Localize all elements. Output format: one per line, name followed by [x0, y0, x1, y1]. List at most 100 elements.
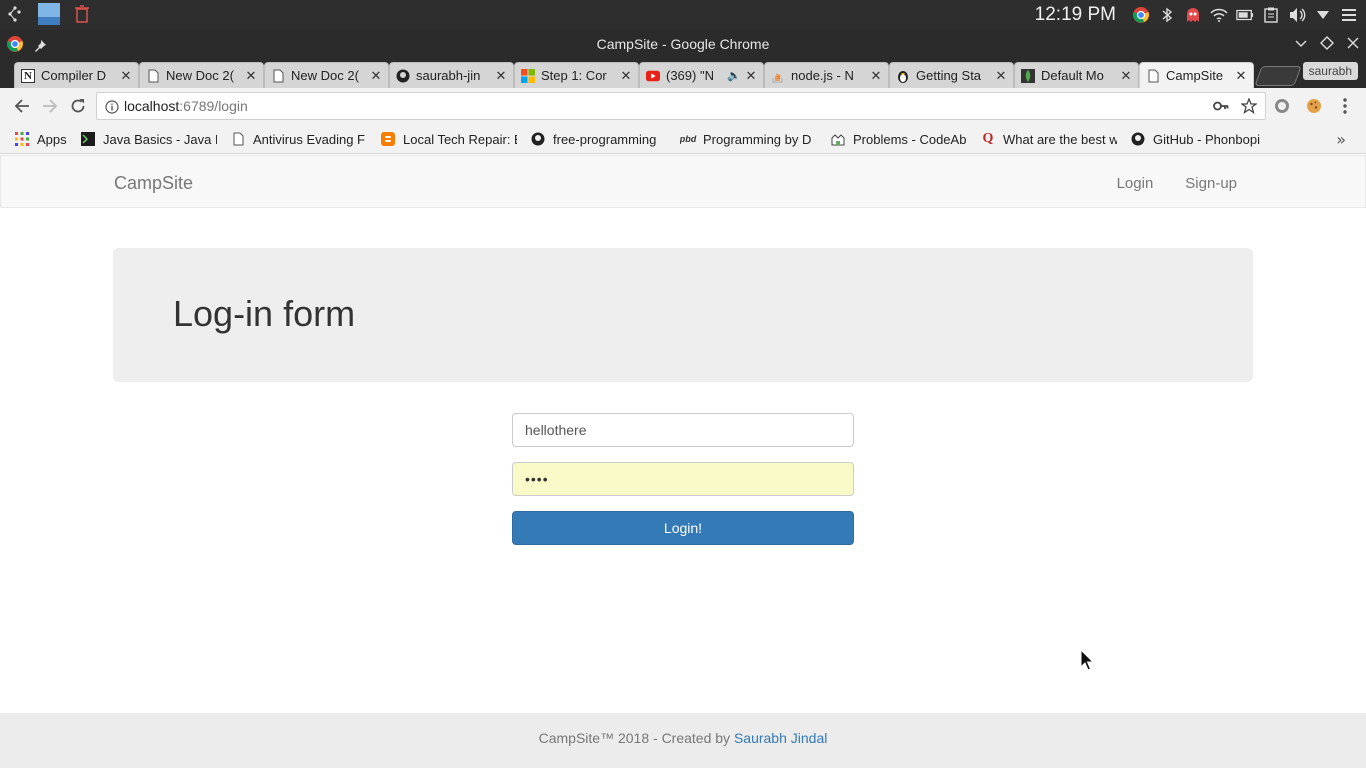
key-icon[interactable]	[1213, 98, 1229, 118]
bookmark-label: Problems - CodeAb	[853, 131, 967, 147]
battery-icon[interactable]	[1236, 6, 1254, 24]
stackoverflow-icon	[771, 69, 785, 83]
bookmark-quora[interactable]: Q What are the best w	[980, 130, 1117, 148]
close-tab-icon[interactable]: ✕	[1235, 68, 1247, 84]
tab-youtube[interactable]: (369) "N 🔈 ✕	[639, 62, 764, 88]
youtube-icon	[646, 69, 660, 83]
codeabbey-icon	[830, 131, 846, 147]
close-tab-icon[interactable]: ✕	[745, 68, 757, 84]
chrome-menu-icon[interactable]	[1336, 97, 1354, 115]
bookmark-github-phonbopi[interactable]: GitHub - Phonbopi	[1130, 130, 1267, 148]
tab-label: Getting Sta	[916, 68, 982, 83]
bookmark-star-icon[interactable]	[1240, 97, 1258, 118]
address-bar[interactable]: localhost:6789/login	[96, 92, 1266, 120]
reload-icon[interactable]	[68, 96, 88, 116]
bookmark-antivirus[interactable]: Antivirus Evading F	[230, 130, 367, 148]
login-button[interactable]: Login!	[512, 511, 854, 545]
close-tab-icon[interactable]: ✕	[995, 68, 1007, 84]
url-text[interactable]: localhost:6789/login	[124, 98, 248, 114]
tab-campsite[interactable]: CampSite ✕	[1139, 62, 1254, 88]
tab-label: CampSite	[1166, 68, 1224, 83]
bookmark-free-programming[interactable]: free-programming	[530, 130, 667, 148]
trash-icon[interactable]	[74, 5, 90, 27]
back-arrow-icon[interactable]	[12, 96, 32, 116]
bookmark-label: GitHub - Phonbopi	[1153, 131, 1260, 147]
bookmark-apps[interactable]: Apps	[14, 130, 67, 148]
forward-arrow-icon[interactable]	[40, 96, 60, 116]
apps-grid-icon	[14, 131, 30, 147]
doc-icon	[230, 131, 246, 147]
username-field[interactable]	[512, 413, 854, 447]
close-tab-icon[interactable]: ✕	[495, 68, 507, 84]
bookmarks-overflow-icon[interactable]: »	[1336, 130, 1346, 149]
bookmark-label: free-programming	[553, 131, 657, 147]
doc-icon	[271, 69, 285, 83]
footer-author-link[interactable]: Saurabh Jindal	[734, 730, 827, 746]
site-navbar: CampSite Login Sign-up	[0, 155, 1366, 208]
tab-nodejs[interactable]: node.js - N ✕	[764, 62, 889, 88]
bookmark-label: What are the best w	[1003, 131, 1117, 147]
system-clock[interactable]: 12:19 PM	[1035, 4, 1116, 26]
close-tab-icon[interactable]: ✕	[120, 68, 132, 84]
close-tab-icon[interactable]: ✕	[870, 68, 882, 84]
close-tab-icon[interactable]: ✕	[245, 68, 257, 84]
password-field[interactable]: ••••	[512, 462, 854, 496]
chrome-tray-icon[interactable]	[1132, 6, 1150, 24]
tab-default-mongo[interactable]: Default Mo ✕	[1014, 62, 1139, 88]
web-page: CampSite Login Sign-up Log-in form •••• …	[0, 155, 1366, 768]
tab-label: Default Mo	[1041, 68, 1104, 83]
page-title: Log-in form	[173, 293, 356, 334]
new-tab-button[interactable]	[1254, 66, 1302, 86]
bluetooth-icon[interactable]	[1158, 6, 1176, 24]
jumbotron: Log-in form	[113, 248, 1253, 382]
app-launcher-icon[interactable]	[6, 5, 24, 27]
url-path: :6789/login	[179, 98, 248, 114]
extension-circle-icon[interactable]	[1273, 97, 1291, 115]
nav-login-link[interactable]: Login	[1117, 175, 1154, 192]
clipboard-icon[interactable]	[1262, 6, 1280, 24]
tab-label: New Doc 2(	[166, 68, 234, 83]
tab-getting-started[interactable]: Getting Sta ✕	[889, 62, 1014, 88]
tab-step-1[interactable]: Step 1: Cor ✕	[514, 62, 639, 88]
bookmark-label: Programming by D	[703, 131, 812, 147]
doc-icon	[1146, 69, 1160, 83]
wifi-icon[interactable]	[1210, 6, 1228, 24]
bookmark-local-tech[interactable]: Local Tech Repair: E	[380, 130, 517, 148]
close-tab-icon[interactable]: ✕	[370, 68, 382, 84]
site-brand[interactable]: CampSite	[114, 173, 193, 194]
tab-strip: N Compiler D ✕ New Doc 2( ✕ New Doc 2( ✕…	[0, 58, 1366, 88]
bookmark-programming-by-d[interactable]: pbd Programming by D	[680, 130, 817, 148]
github-icon	[396, 69, 410, 83]
chevron-down-icon[interactable]	[1314, 6, 1332, 24]
nav-signup-link[interactable]: Sign-up	[1185, 175, 1237, 192]
maximize-icon[interactable]	[1320, 35, 1334, 54]
github-icon	[1130, 131, 1146, 147]
tab-new-doc-2[interactable]: New Doc 2( ✕	[264, 62, 389, 88]
ghost-tray-icon[interactable]	[1184, 6, 1202, 24]
window-titlebar[interactable]: CampSite - Google Chrome	[0, 30, 1366, 58]
bookmark-java-basics[interactable]: Java Basics - Java Pr	[80, 130, 217, 148]
close-tab-icon[interactable]: ✕	[1120, 68, 1132, 84]
tab-github-saurabh[interactable]: saurabh-jin ✕	[389, 62, 514, 88]
tab-audio-icon[interactable]: 🔈	[727, 69, 741, 82]
close-tab-icon[interactable]: ✕	[620, 68, 632, 84]
bookmark-label: Antivirus Evading F	[253, 131, 365, 147]
tab-compiler[interactable]: N Compiler D ✕	[14, 62, 139, 88]
profile-button[interactable]: saurabh	[1302, 62, 1358, 80]
url-host: localhost	[124, 98, 180, 114]
volume-icon[interactable]	[1288, 6, 1306, 24]
bookmark-codeabbey[interactable]: Problems - CodeAb	[830, 130, 967, 148]
close-window-icon[interactable]	[1346, 35, 1360, 54]
cookie-icon[interactable]	[1305, 97, 1323, 115]
tab-label: Compiler D	[41, 68, 107, 83]
info-icon[interactable]	[105, 99, 119, 118]
hamburger-menu-icon[interactable]	[1340, 6, 1358, 24]
minimize-icon[interactable]	[1294, 35, 1308, 54]
workspace-icon[interactable]	[38, 3, 60, 29]
tab-new-doc-1[interactable]: New Doc 2( ✕	[139, 62, 264, 88]
bookmark-label: Apps	[37, 131, 67, 147]
site-footer: CampSite™ 2018 - Created by Saurabh Jind…	[0, 713, 1366, 768]
browser-toolbar: localhost:6789/login	[0, 88, 1366, 124]
doc-icon	[146, 69, 160, 83]
login-form: •••• Login!	[512, 413, 854, 545]
